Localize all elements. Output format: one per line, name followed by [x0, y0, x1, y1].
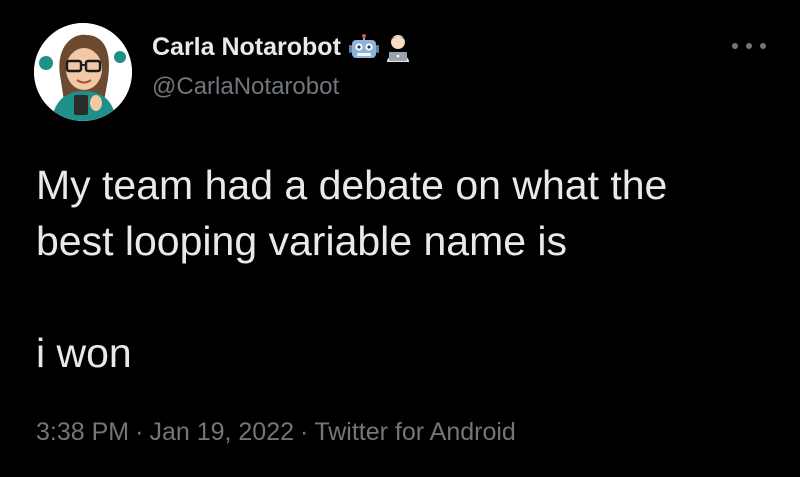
avatar[interactable]: [34, 23, 132, 121]
more-horizontal-icon[interactable]: [732, 36, 766, 56]
tweet-text-line: i won: [36, 330, 132, 376]
tweet-metadata: 3:38 PM · Jan 19, 2022 · Twitter for Android: [36, 418, 516, 447]
author-handle[interactable]: @CarlaNotarobot: [152, 73, 339, 101]
tweet-text: My team had a debate on what the best lo…: [36, 157, 776, 381]
tweet-text-line: My team had a debate on what the: [36, 162, 668, 208]
tweet-text-line: best looping variable name is: [36, 218, 568, 264]
more-dot: [732, 43, 738, 49]
avatar-image: [34, 23, 132, 121]
meta-separator: ·: [300, 418, 309, 446]
tweet-card: Carla Notarobot @CarlaNotarobot My team …: [0, 0, 800, 477]
technologist-emoji: [386, 34, 409, 62]
tweet-source[interactable]: Twitter for Android: [314, 418, 515, 446]
meta-separator: ·: [135, 418, 144, 446]
tweet-date[interactable]: Jan 19, 2022: [149, 418, 294, 446]
name-emojis: [348, 33, 413, 62]
robot-face-emoji: [348, 33, 379, 58]
more-dot: [746, 43, 752, 49]
tweet-time[interactable]: 3:38 PM: [36, 418, 129, 446]
author-display-name[interactable]: Carla Notarobot: [152, 33, 413, 62]
more-dot: [760, 43, 766, 49]
author-name-text: Carla Notarobot: [152, 33, 341, 61]
